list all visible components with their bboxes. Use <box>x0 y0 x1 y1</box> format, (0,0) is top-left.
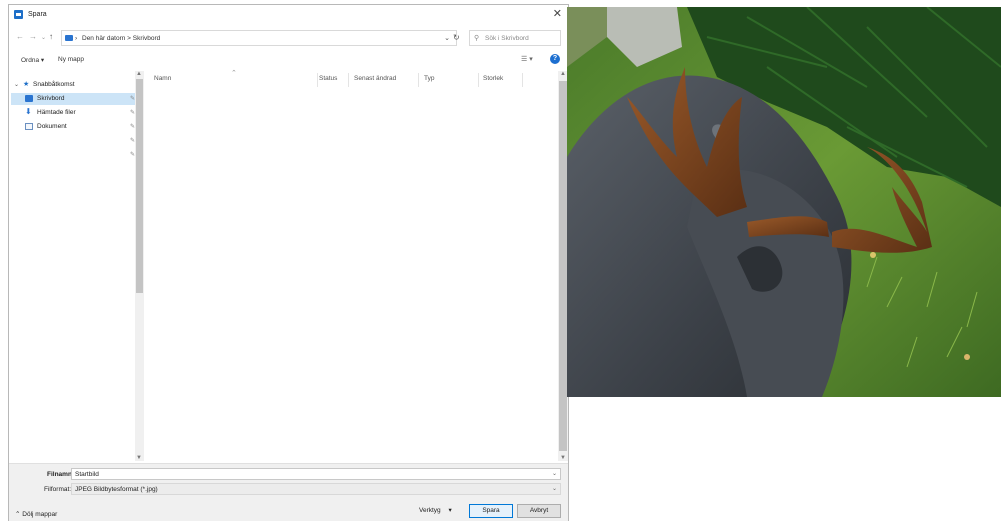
hide-folders-label: Dölj mappar <box>22 511 58 518</box>
column-divider[interactable] <box>317 73 318 87</box>
hide-folders-toggle[interactable]: ⌃ Dölj mappar <box>15 510 57 518</box>
search-placeholder: Sök i Skrivbord <box>485 35 529 42</box>
chevron-up-icon: ⌃ <box>15 511 21 518</box>
sidebar-item-label: Dokument <box>37 123 67 130</box>
chevron-down-icon[interactable]: ⌄ <box>14 81 19 88</box>
filename-input[interactable]: Startbild ⌄ <box>71 468 561 480</box>
dropdown-arrow-icon: ▾ <box>448 507 452 514</box>
scroll-down-icon[interactable]: ▼ <box>560 455 566 461</box>
column-divider[interactable] <box>418 73 419 87</box>
scroll-up-icon[interactable]: ▲ <box>560 71 566 77</box>
refresh-icon[interactable]: ↻ <box>453 33 460 42</box>
cancel-button[interactable]: Avbryt <box>517 504 561 518</box>
new-folder-button[interactable]: Ny mapp <box>58 56 84 63</box>
save-dialog: Spara ✕ ← → ⌄ ↑ › Den här datorn > Skriv… <box>8 4 569 521</box>
address-bar[interactable]: › Den här datorn > Skrivbord ⌄ <box>61 30 457 46</box>
column-divider[interactable] <box>522 73 523 87</box>
column-header-modified[interactable]: Senast ändrad <box>354 75 396 82</box>
dialog-title: Spara <box>28 11 47 18</box>
scroll-down-icon[interactable]: ▼ <box>136 455 142 461</box>
title-bar: Spara ✕ <box>9 5 568 25</box>
save-options-panel: Filnamn: Startbild ⌄ Filformat: JPEG Bil… <box>9 463 568 521</box>
this-pc-icon <box>65 35 73 41</box>
filename-value: Startbild <box>75 471 99 478</box>
navigation-scrollbar[interactable]: ▲ ▼ <box>135 71 144 461</box>
view-options-icon[interactable]: ☰ ▾ <box>521 55 533 63</box>
tools-dropdown[interactable]: Verktyg ▾ <box>419 506 452 514</box>
paint-app-icon <box>14 10 23 19</box>
sidebar-item-label: Snabbåtkomst <box>33 81 75 88</box>
column-divider[interactable] <box>348 73 349 87</box>
search-icon: ⚲ <box>474 35 480 42</box>
scroll-thumb[interactable] <box>559 81 567 451</box>
column-header-size[interactable]: Storlek <box>483 75 503 82</box>
breadcrumb[interactable]: Den här datorn > Skrivbord <box>82 35 160 42</box>
chevron-down-icon[interactable]: ⌄ <box>552 485 557 492</box>
save-button[interactable]: Spara <box>469 504 513 518</box>
back-arrow-icon[interactable]: ← <box>16 32 24 42</box>
moose-photo-image <box>567 7 1001 397</box>
organize-button[interactable]: Ordna ▾ <box>21 56 44 64</box>
navigation-bar: ← → ⌄ ↑ › Den här datorn > Skrivbord ⌄ ↻… <box>9 27 568 49</box>
tools-label: Verktyg <box>419 507 441 514</box>
command-bar: Ordna ▾ Ny mapp ☰ ▾ ? <box>9 51 568 69</box>
star-icon: ★ <box>23 81 30 88</box>
close-icon[interactable]: ✕ <box>553 8 562 20</box>
forward-arrow-icon[interactable]: → <box>29 32 37 42</box>
chevron-down-icon[interactable]: ⌄ <box>552 470 557 477</box>
sort-caret-icon: ⌃ <box>231 70 237 77</box>
sidebar-item-label: Hämtade filer <box>37 109 76 116</box>
filetype-value: JPEG Bildbytesformat (*.jpg) <box>75 486 158 493</box>
up-arrow-icon[interactable]: ↑ <box>49 32 53 42</box>
sidebar-item-label: Skrivbord <box>37 95 65 102</box>
sidebar-item-downloads[interactable]: ⬇ Hämtade filer ✎ <box>11 107 139 119</box>
scroll-up-icon[interactable]: ▲ <box>136 71 142 77</box>
navigation-pane: ⌄ ★ Snabbåtkomst Skrivbord ✎ ⬇ Hämtade f… <box>9 71 144 461</box>
sidebar-item-desktop[interactable]: Skrivbord ✎ <box>11 93 139 105</box>
scroll-thumb[interactable] <box>136 79 143 293</box>
document-icon <box>25 123 33 130</box>
sidebar-item-quick-access[interactable]: ⌄ ★ Snabbåtkomst <box>11 79 139 91</box>
download-icon: ⬇ <box>25 107 32 116</box>
help-icon[interactable]: ? <box>550 54 560 64</box>
sidebar-item-documents[interactable]: Dokument ✎ <box>11 121 139 133</box>
column-divider[interactable] <box>478 73 479 87</box>
filetype-select[interactable]: JPEG Bildbytesformat (*.jpg) ⌄ <box>71 483 561 495</box>
column-header-type[interactable]: Typ <box>424 75 434 82</box>
moose-photo <box>567 7 1001 397</box>
search-input[interactable]: ⚲ Sök i Skrivbord <box>469 30 561 46</box>
file-list[interactable]: ⌃ Namn Status Senast ändrad Typ Storlek <box>144 70 560 461</box>
recent-chevron-icon[interactable]: ⌄ <box>41 33 46 43</box>
filetype-label: Filformat: <box>44 486 72 493</box>
column-header-status[interactable]: Status <box>319 75 337 82</box>
chevron-down-icon[interactable]: ⌄ <box>444 34 450 42</box>
desktop-icon <box>25 95 33 102</box>
breadcrumb-separator-icon: › <box>75 35 78 42</box>
column-header-name[interactable]: Namn <box>154 75 171 82</box>
